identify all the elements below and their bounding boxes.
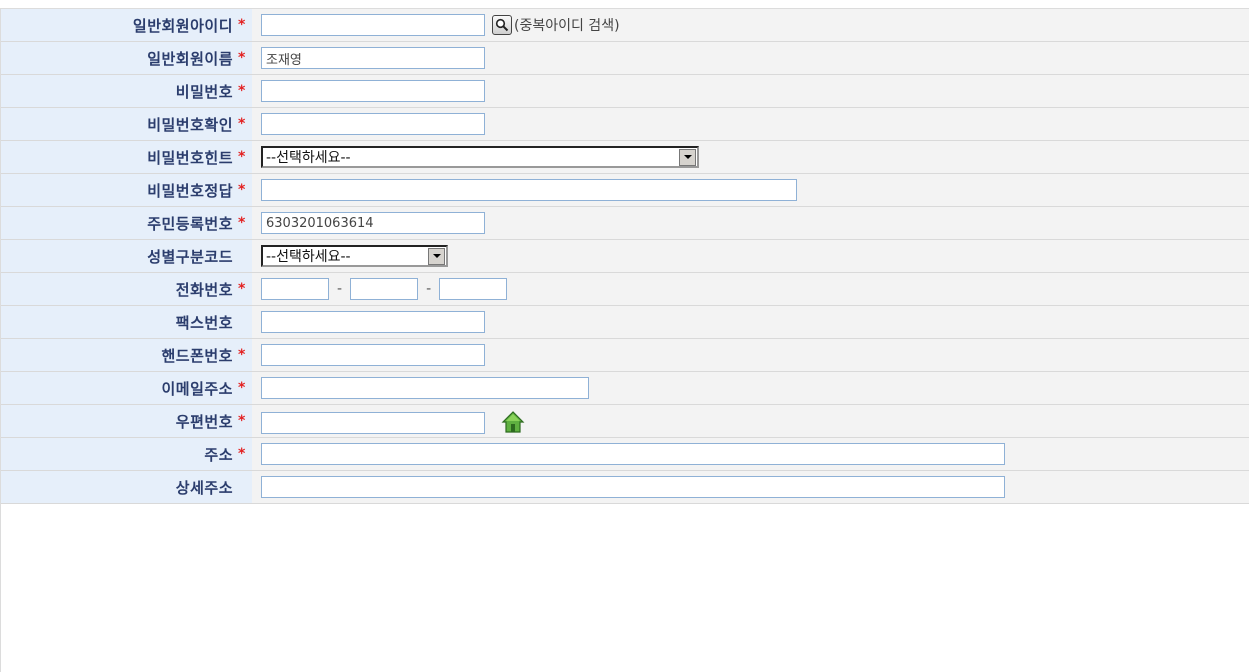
address-label: 주소 bbox=[204, 445, 233, 464]
value-cell bbox=[252, 438, 1249, 470]
row-address: 주소 * bbox=[1, 438, 1249, 471]
home-icon[interactable] bbox=[501, 410, 525, 434]
duplicate-id-search-link[interactable]: (중복아이디 검색) bbox=[514, 15, 620, 35]
password-hint-label: 비밀번호힌트 bbox=[147, 148, 233, 167]
required-mark: * bbox=[238, 83, 246, 99]
required-mark: * bbox=[238, 281, 246, 297]
row-password-confirm: 비밀번호확인 * bbox=[1, 108, 1249, 141]
value-cell bbox=[252, 372, 1249, 404]
value-cell: --선택하세요-- bbox=[252, 240, 1249, 272]
value-cell bbox=[252, 108, 1249, 140]
label-cell: 팩스번호 bbox=[1, 306, 252, 338]
label-cell: 성별구분코드 bbox=[1, 240, 252, 272]
label-cell: 전화번호 * bbox=[1, 273, 252, 305]
phone-part3-input[interactable] bbox=[439, 278, 508, 300]
label-cell: 주소 * bbox=[1, 438, 252, 470]
required-mark: * bbox=[238, 149, 246, 165]
label-cell: 비밀번호확인 * bbox=[1, 108, 252, 140]
required-mark: * bbox=[238, 215, 246, 231]
password-label: 비밀번호 bbox=[175, 82, 233, 101]
row-member-id: 일반회원아이디 * (중복아이디 검색) bbox=[1, 9, 1249, 42]
value-cell bbox=[252, 339, 1249, 371]
fax-input[interactable] bbox=[261, 311, 485, 333]
password-answer-input[interactable] bbox=[261, 179, 797, 201]
zipcode-input[interactable] bbox=[261, 412, 485, 434]
chevron-down-icon[interactable] bbox=[679, 148, 696, 166]
label-cell: 주민등록번호 * bbox=[1, 207, 252, 239]
member-name-label: 일반회원이름 bbox=[147, 49, 233, 68]
mobile-input[interactable] bbox=[261, 344, 485, 366]
address-input[interactable] bbox=[261, 443, 1005, 465]
row-zipcode: 우편번호 * bbox=[1, 405, 1249, 438]
label-cell: 비밀번호 * bbox=[1, 75, 252, 107]
row-gender: 성별구분코드 --선택하세요-- bbox=[1, 240, 1249, 273]
address-detail-input[interactable] bbox=[261, 476, 1005, 498]
value-cell: (중복아이디 검색) bbox=[252, 9, 1249, 41]
phone-separator: - bbox=[426, 281, 432, 297]
value-cell bbox=[252, 207, 1249, 239]
resident-number-label: 주민등록번호 bbox=[147, 214, 233, 233]
label-cell: 우편번호 * bbox=[1, 405, 252, 437]
required-mark: * bbox=[238, 347, 246, 363]
row-phone: 전화번호 * - - bbox=[1, 273, 1249, 306]
member-name-input[interactable] bbox=[261, 47, 485, 69]
phone-part1-input[interactable] bbox=[261, 278, 329, 300]
label-cell: 일반회원아이디 * bbox=[1, 9, 252, 41]
value-cell bbox=[252, 306, 1249, 338]
address-detail-label: 상세주소 bbox=[175, 478, 233, 497]
row-email: 이메일주소 * bbox=[1, 372, 1249, 405]
password-confirm-label: 비밀번호확인 bbox=[147, 115, 233, 134]
required-mark: * bbox=[238, 17, 246, 33]
row-fax: 팩스번호 bbox=[1, 306, 1249, 339]
member-id-label: 일반회원아이디 bbox=[132, 16, 233, 35]
password-input[interactable] bbox=[261, 80, 485, 102]
value-cell bbox=[252, 75, 1249, 107]
required-mark: * bbox=[238, 380, 246, 396]
value-cell bbox=[252, 42, 1249, 74]
label-cell: 일반회원이름 * bbox=[1, 42, 252, 74]
chevron-down-icon[interactable] bbox=[428, 247, 445, 265]
label-cell: 비밀번호정답 * bbox=[1, 174, 252, 206]
required-mark: * bbox=[238, 413, 246, 429]
value-cell bbox=[252, 174, 1249, 206]
phone-label: 전화번호 bbox=[175, 280, 233, 299]
search-icon[interactable] bbox=[492, 15, 512, 35]
zipcode-label: 우편번호 bbox=[175, 412, 233, 431]
label-cell: 핸드폰번호 * bbox=[1, 339, 252, 371]
password-hint-selected: --선택하세요-- bbox=[266, 150, 351, 166]
required-mark: * bbox=[238, 116, 246, 132]
required-mark: * bbox=[238, 182, 246, 198]
row-password: 비밀번호 * bbox=[1, 75, 1249, 108]
phone-separator: - bbox=[337, 281, 343, 297]
member-registration-form: 일반회원아이디 * (중복아이디 검색) 일반회원이름 * 비밀번호 * bbox=[0, 8, 1249, 672]
gender-selected: --선택하세요-- bbox=[266, 249, 351, 265]
email-input[interactable] bbox=[261, 377, 589, 399]
fax-label: 팩스번호 bbox=[175, 313, 233, 332]
password-answer-label: 비밀번호정답 bbox=[147, 181, 233, 200]
row-resident-number: 주민등록번호 * bbox=[1, 207, 1249, 240]
password-hint-select[interactable]: --선택하세요-- bbox=[261, 146, 699, 168]
member-id-input[interactable] bbox=[261, 14, 485, 36]
phone-part2-input[interactable] bbox=[350, 278, 419, 300]
password-confirm-input[interactable] bbox=[261, 113, 485, 135]
required-mark: * bbox=[238, 446, 246, 462]
row-member-name: 일반회원이름 * bbox=[1, 42, 1249, 75]
row-address-detail: 상세주소 bbox=[1, 471, 1249, 504]
row-password-hint: 비밀번호힌트 * --선택하세요-- bbox=[1, 141, 1249, 174]
label-cell: 비밀번호힌트 * bbox=[1, 141, 252, 173]
label-cell: 이메일주소 * bbox=[1, 372, 252, 404]
value-cell: - - bbox=[252, 273, 1249, 305]
row-mobile: 핸드폰번호 * bbox=[1, 339, 1249, 372]
gender-label: 성별구분코드 bbox=[147, 247, 233, 266]
value-cell bbox=[252, 471, 1249, 503]
required-mark: * bbox=[238, 50, 246, 66]
email-label: 이메일주소 bbox=[161, 379, 233, 398]
resident-number-input[interactable] bbox=[261, 212, 485, 234]
label-cell: 상세주소 bbox=[1, 471, 252, 503]
value-cell bbox=[252, 405, 1249, 437]
value-cell: --선택하세요-- bbox=[252, 141, 1249, 173]
gender-select[interactable]: --선택하세요-- bbox=[261, 245, 448, 267]
mobile-label: 핸드폰번호 bbox=[161, 346, 233, 365]
row-password-answer: 비밀번호정답 * bbox=[1, 174, 1249, 207]
